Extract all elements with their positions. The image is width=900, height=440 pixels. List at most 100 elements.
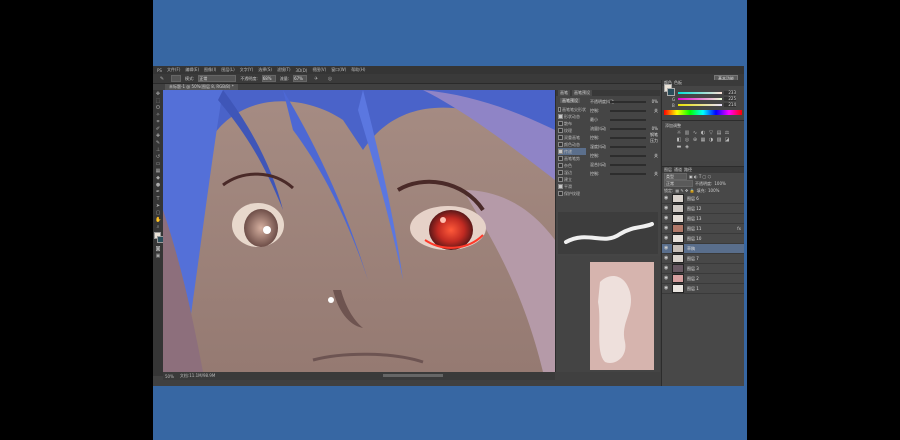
brush-control-value[interactable]: 钢笔压力 [648,132,658,144]
brush-control-slider[interactable] [610,127,646,130]
brush-control-slider[interactable] [610,172,646,175]
threshold-icon[interactable]: ◪ [724,138,730,143]
gradient-tool-icon[interactable]: ▦ [155,168,161,174]
menu-item[interactable]: 编辑(E) [185,67,199,73]
brush-control-value[interactable]: 关 [648,153,658,159]
layer-row[interactable]: ◉ 图层 11 fx [662,224,744,234]
brush-setting-item[interactable]: 双重画笔 [558,134,586,141]
eraser-tool-icon[interactable]: ▭ [155,161,161,167]
brush-control-value[interactable]: 关 [648,108,658,114]
channel-slider[interactable] [678,98,722,100]
layer-opacity-value[interactable]: 100% [714,181,725,186]
brush-control-slider[interactable] [610,145,646,148]
document-canvas[interactable] [163,90,555,372]
crop-tool-icon[interactable]: ⌗ [155,119,161,125]
menu-item[interactable]: 窗口(W) [331,67,346,73]
flow-input[interactable]: 67% [293,75,308,82]
brush-setting-checkbox[interactable] [558,184,563,189]
color-swatches[interactable] [154,232,164,244]
layer-thumbnail[interactable] [672,274,684,283]
color-lookup-icon[interactable]: ▦ [700,138,706,143]
layer-row[interactable]: ◉ 图层 10 [662,234,744,244]
stamp-tool-icon[interactable]: ⊥ [155,147,161,153]
airbrush-icon[interactable]: ✈ [313,76,319,82]
blur-tool-icon[interactable]: ◆ [155,175,161,181]
black-white-icon[interactable]: ◧ [676,138,682,143]
brush-setting-item[interactable]: 颜色动态 [558,141,586,148]
brush-tool-icon[interactable]: ✎ [155,140,161,146]
layer-thumbnail[interactable] [672,264,684,273]
channel-mixer-icon[interactable]: ⊕ [692,138,698,143]
layer-row[interactable]: ◉ 图层 2 [662,274,744,284]
vibrance-icon[interactable]: ▽ [708,131,714,136]
menu-item[interactable]: 图像(I) [204,67,216,73]
layer-name[interactable]: 图层 13 [687,216,701,222]
brush-control-slider[interactable] [610,154,646,157]
brush-control-slider[interactable] [610,118,646,121]
layer-name[interactable]: 图层 3 [687,266,699,272]
brush-setting-checkbox[interactable] [558,135,563,140]
brush-setting-checkbox[interactable] [558,114,563,119]
channel-slider[interactable] [678,104,722,106]
eye-icon[interactable]: ◉ [664,244,669,253]
layer-name[interactable]: 图层 10 [687,236,701,242]
menu-item[interactable]: 选择(S) [258,67,272,73]
brush-control-value[interactable]: 0% [648,99,658,104]
pen-tool-icon[interactable]: ✒ [155,189,161,195]
layer-thumbnail[interactable] [672,204,684,213]
brush-setting-checkbox[interactable] [558,177,563,182]
menu-item[interactable]: 3D(D) [296,68,308,73]
horizontal-scrollbar[interactable] [383,374,443,377]
shape-tool-icon[interactable]: ▢ [155,210,161,216]
color-balance-icon[interactable]: ⚖ [724,131,730,136]
zoom-tool-icon[interactable]: ⌕ [155,224,161,230]
photo-filter-icon[interactable]: ◎ [684,138,690,143]
brush-setting-item[interactable]: 纹理 [558,127,586,134]
eye-icon[interactable]: ◉ [664,204,669,213]
eye-icon[interactable]: ◉ [664,274,669,283]
channel-slider[interactable] [678,92,722,94]
gradient-map-icon[interactable]: ▬ [676,145,682,150]
layer-name[interactable]: 图层 7 [687,256,699,262]
brush-setting-item[interactable]: 湿边 [558,169,586,176]
brush-setting-checkbox[interactable] [558,107,561,112]
menu-item[interactable]: PS [157,68,162,73]
eye-icon[interactable]: ◉ [664,284,669,293]
fill-value[interactable]: 100% [708,188,719,193]
layer-row[interactable]: ◉ 图层 13 [662,214,744,224]
levels-icon[interactable]: ▥ [684,131,690,136]
screen-mode-icon[interactable]: ▣ [155,253,161,259]
selective-color-icon[interactable]: ◈ [684,145,690,150]
history-brush-icon[interactable]: ↺ [155,154,161,160]
marquee-tool-icon[interactable]: ⬚ [155,98,161,104]
layer-thumbnail[interactable] [672,284,684,293]
layer-row[interactable]: ◉ 图层 6 [662,194,744,204]
menu-item[interactable]: 文件(F) [167,67,180,73]
eye-icon[interactable]: ◉ [664,194,669,203]
eye-icon[interactable]: ◉ [664,224,669,233]
layer-thumbnail[interactable] [672,214,684,223]
brush-setting-item[interactable]: 建立 [558,176,586,183]
layer-name[interactable]: 图层 11 [687,226,701,232]
blend-mode-select[interactable]: 正常 [664,180,693,187]
posterize-icon[interactable]: ▨ [716,138,722,143]
layer-thumbnail[interactable] [672,234,684,243]
menu-item[interactable]: 视图(V) [312,67,326,73]
hue-saturation-icon[interactable]: ▤ [716,131,722,136]
brush-preset-picker[interactable] [171,75,181,82]
brush-setting-checkbox[interactable] [558,121,563,126]
menu-item[interactable]: 帮助(H) [351,67,365,73]
layer-thumbnail[interactable] [672,244,684,253]
brush-setting-item[interactable]: 平滑 [558,183,586,190]
layer-thumbnail[interactable] [672,254,684,263]
layer-fx-badge[interactable]: fx [737,226,741,231]
brush-control-slider[interactable] [610,109,646,112]
layer-name[interactable]: 图层 6 [687,196,699,202]
tab-brush[interactable]: 画笔 [558,90,570,96]
brush-setting-item[interactable]: 杂色 [558,162,586,169]
layer-name[interactable]: 图层 2 [687,276,699,282]
brush-setting-checkbox[interactable] [558,170,563,175]
pressure-icon[interactable]: ◎ [327,76,333,82]
brush-setting-item[interactable]: 形状动态 [558,113,586,120]
exposure-icon[interactable]: ◐ [700,131,706,136]
